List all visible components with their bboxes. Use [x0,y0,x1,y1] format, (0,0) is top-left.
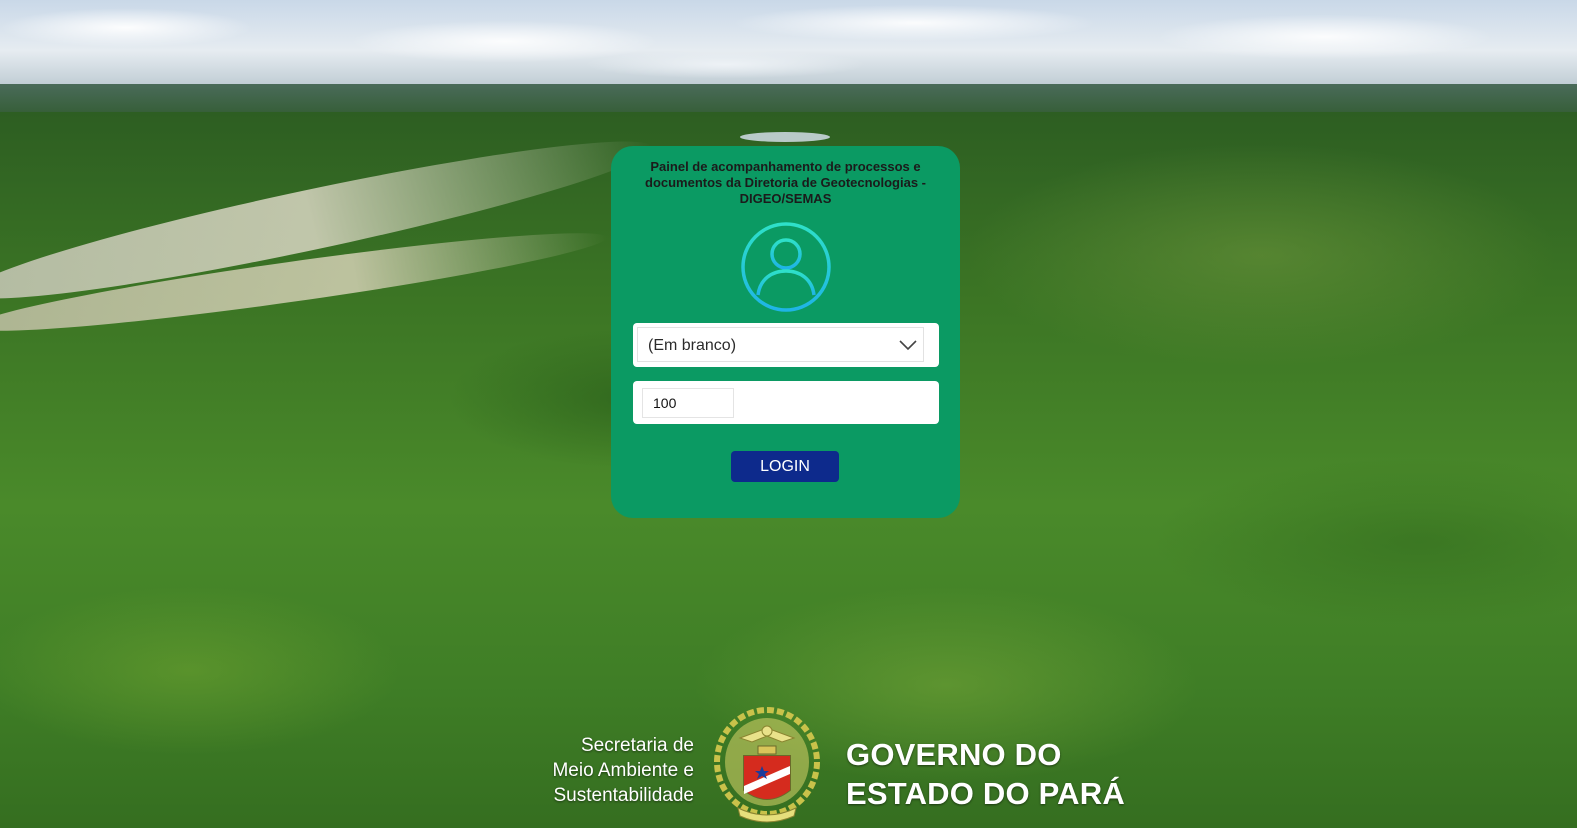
panel-title: Painel de acompanhamento de processos e … [645,159,926,206]
governo-line-1: GOVERNO DO [846,737,1062,772]
governo-line-2: ESTADO DO PARÁ [846,776,1125,811]
chevron-down-icon[interactable] [899,338,917,352]
secretaria-line-3: Sustentabilidade [553,785,695,806]
password-field-container [633,381,939,424]
governo-logo-text: GOVERNO DO ESTADO DO PARÁ [846,735,1125,813]
distant-river [740,132,830,142]
secretaria-line-2: Meio Ambiente e [552,760,694,781]
sky [0,0,1577,92]
user-icon [740,221,832,313]
login-card: Painel de acompanhamento de processos e … [611,146,960,518]
secretaria-line-1: Secretaria de [580,735,694,756]
coat-of-arms-icon [714,707,820,823]
login-button[interactable]: LOGIN [731,451,839,482]
user-select-value: (Em branco) [648,337,737,354]
secretaria-logo-text: Secretaria de Meio Ambiente e Sustentabi… [490,733,694,808]
password-field[interactable] [642,388,734,418]
user-select[interactable]: (Em branco) [633,323,939,367]
